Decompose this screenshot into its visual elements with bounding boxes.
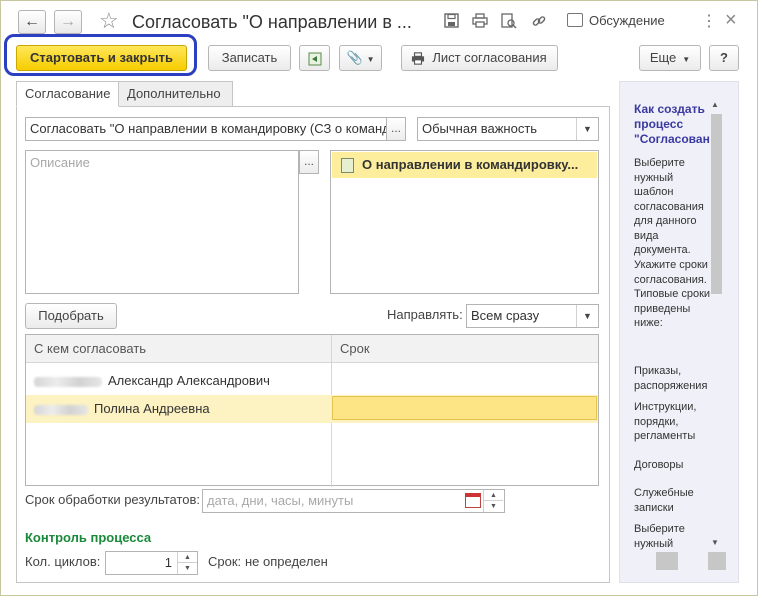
help-paragraph: Приказы, распоряжения	[634, 365, 708, 392]
help-paragraph: Выберите нужный	[634, 523, 685, 550]
save-button[interactable]: Записать	[208, 45, 291, 71]
more-dots-icon[interactable]: ⋮	[701, 11, 717, 31]
scroll-down-icon[interactable]: ▼	[711, 538, 719, 547]
processing-term-spinner[interactable]: ▲ ▼	[483, 490, 503, 512]
approval-sheet-label: Лист согласования	[432, 50, 547, 65]
approvers-table: С кем согласовать Срок Александр Алексан…	[25, 334, 599, 487]
back-button[interactable]: ←	[18, 10, 46, 34]
tab-approval[interactable]: Согласование	[16, 81, 119, 107]
chevron-down-icon: ▼	[576, 118, 598, 140]
discuss-button[interactable]: Обсуждение	[567, 13, 665, 28]
description-textarea[interactable]: Описание	[25, 150, 299, 294]
help-paragraph: Инструкции, порядки, регламенты	[634, 401, 697, 442]
direct-select[interactable]: Всем сразу ▼	[466, 304, 599, 328]
approver-name: Полина Андреевна	[94, 401, 210, 416]
save-disk-icon[interactable]	[442, 13, 460, 31]
table-row[interactable]: Александр Александрович	[26, 367, 598, 395]
chevron-down-icon: ▼	[576, 305, 598, 327]
favorite-star-icon[interactable]: ☆	[99, 9, 119, 33]
importance-value: Обычная важность	[422, 121, 538, 136]
direct-value: Всем сразу	[471, 308, 540, 323]
forward-button[interactable]: →	[54, 10, 82, 34]
cycles-spinner[interactable]: ▲ ▼	[177, 552, 197, 574]
horizontal-scroll-thumb[interactable]	[656, 552, 678, 570]
attachment-item[interactable]: О направлении в командировку...	[332, 152, 597, 178]
description-select-button[interactable]: ...	[299, 150, 319, 174]
document-icon	[341, 158, 354, 173]
more-button[interactable]: Еще ▼	[639, 45, 701, 71]
attachments-button[interactable]: 📎 ▼	[339, 45, 382, 71]
direct-label: Направлять:	[387, 307, 463, 322]
help-paragraph: Договоры	[634, 459, 684, 471]
subordinate-structure-button[interactable]	[299, 45, 330, 71]
approval-sheet-button[interactable]: Лист согласования	[401, 45, 558, 71]
window-title: Согласовать "О направлении в ...	[132, 12, 412, 32]
subject-field[interactable]: Согласовать "О направлении в командировк…	[25, 117, 387, 141]
tab-additional[interactable]: Дополнительно	[118, 81, 233, 107]
process-control-heading: Контроль процесса	[25, 530, 152, 545]
cycles-label: Кол. циклов:	[25, 554, 101, 569]
arrow-left-icon: ←	[24, 13, 40, 30]
help-scrollbar[interactable]: ▲ ▼	[708, 100, 724, 574]
approval-panel: Согласовать "О направлении в командировк…	[16, 106, 610, 583]
table-header: С кем согласовать Срок	[26, 335, 598, 363]
structure-icon	[308, 50, 322, 66]
paperclip-icon: 📎	[346, 50, 363, 65]
processing-term-placeholder: дата, дни, часы, минуты	[207, 493, 354, 508]
calendar-icon[interactable]	[465, 493, 481, 508]
column-header-deadline[interactable]: Срок	[332, 335, 592, 363]
help-paragraph: Укажите сроки согласования. Типовые срок…	[634, 259, 711, 329]
close-icon[interactable]: ×	[725, 9, 737, 32]
scroll-thumb[interactable]	[711, 114, 722, 294]
redacted-surname	[34, 404, 88, 415]
table-row-selected[interactable]: Полина Андреевна	[26, 395, 598, 423]
help-panel: Как создать процесс "Согласован Выберите…	[619, 81, 739, 583]
attachment-title: О направлении в командировку...	[362, 157, 579, 172]
processing-term-label: Срок обработки результатов:	[25, 492, 201, 507]
scroll-up-icon[interactable]: ▲	[711, 100, 719, 109]
column-header-approver[interactable]: С кем согласовать	[26, 335, 331, 363]
highlight-annotation	[4, 34, 197, 76]
processing-term-field[interactable]: дата, дни, часы, минуты ▲ ▼	[202, 489, 505, 513]
chat-icon	[567, 13, 583, 27]
link-icon[interactable]	[530, 13, 548, 31]
discuss-label: Обсуждение	[589, 13, 665, 28]
print-icon	[411, 46, 425, 70]
document-window: ← → ☆ Согласовать "О направлении в ... О…	[0, 0, 758, 596]
cycles-value: 1	[164, 555, 172, 570]
chevron-down-icon: ▼	[682, 55, 691, 64]
help-paragraph: Выберите нужный шаблон согласования для …	[634, 157, 704, 256]
help-button[interactable]: ?	[709, 45, 739, 71]
deadline-cell-editor[interactable]	[332, 396, 597, 420]
subject-select-button[interactable]: ...	[386, 117, 406, 141]
redacted-surname	[34, 376, 102, 387]
scroll-corner	[708, 552, 726, 570]
term-label: Срок:	[208, 554, 242, 569]
preview-icon[interactable]	[500, 13, 518, 31]
approver-name: Александр Александрович	[108, 373, 270, 388]
help-paragraph: Служебные записки	[634, 487, 694, 514]
pick-button[interactable]: Подобрать	[25, 303, 117, 329]
term-value: не определен	[245, 554, 328, 569]
print-icon[interactable]	[471, 13, 489, 31]
chevron-down-icon: ▼	[366, 55, 375, 64]
attachments-list: О направлении в командировку...	[330, 150, 599, 294]
arrow-right-icon: →	[60, 13, 76, 30]
cycles-field[interactable]: 1 ▲ ▼	[105, 551, 198, 575]
importance-select[interactable]: Обычная важность ▼	[417, 117, 599, 141]
more-label: Еще	[649, 50, 677, 65]
